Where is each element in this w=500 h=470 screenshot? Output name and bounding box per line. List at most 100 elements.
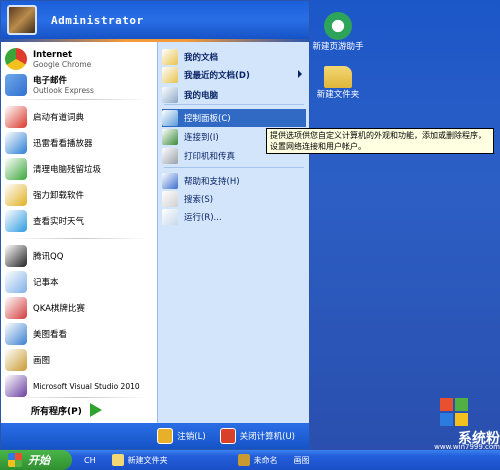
pinned-item-outlook[interactable]: 电子邮件 Outlook Express	[5, 74, 153, 96]
desktop-icon-label: 新建页游助手	[312, 42, 364, 52]
youdao-icon	[5, 106, 27, 128]
pinned-item-title: 电子邮件	[33, 75, 68, 86]
xunlei-icon	[5, 132, 27, 154]
places-item[interactable]: 控制面板(C)	[162, 109, 306, 127]
places-item-label: 我的文档	[184, 53, 219, 63]
recent-program-label: 查看实时天气	[33, 217, 85, 227]
chrome-icon	[5, 48, 27, 70]
places-item-label: 运行(R)...	[184, 213, 222, 223]
places-item[interactable]: 我最近的文档(D)	[162, 66, 306, 84]
recent-program-label: QKA棋牌比赛	[33, 304, 85, 314]
recent-program-item[interactable]: QKA棋牌比赛	[5, 297, 153, 319]
taskbar-language[interactable]: CH	[84, 456, 96, 465]
start-button[interactable]: 开始	[0, 450, 72, 470]
places-item-label: 我的电脑	[184, 91, 219, 101]
menu-separator	[9, 397, 149, 398]
desktop-icon-label: 新建文件夹	[316, 90, 360, 100]
places-item[interactable]: 运行(R)...	[162, 208, 306, 226]
notepad-icon	[5, 271, 27, 293]
uninstall-icon	[5, 184, 27, 206]
recent-program-item[interactable]: 启动有道词典	[5, 106, 153, 128]
recent-program-item[interactable]: 强力卸载软件	[5, 184, 153, 206]
start-menu: Administrator Internet Google Chrome 电子邮…	[0, 0, 310, 450]
places-item-label: 搜索(S)	[184, 195, 214, 205]
recent-program-item[interactable]: 腾讯QQ	[5, 245, 153, 267]
taskbar-item-folder[interactable]: 新建文件夹	[111, 454, 168, 466]
cleanup-icon	[5, 158, 27, 180]
outlook-icon	[5, 74, 27, 96]
folder-icon	[111, 454, 124, 466]
recent-program-label: Microsoft Visual Studio 2010	[33, 381, 140, 391]
recent-program-label: 美图看看	[33, 330, 68, 340]
menu-separator	[9, 238, 149, 239]
help-icon	[162, 173, 178, 189]
all-programs-label: 所有程序(P)	[31, 406, 82, 417]
control-panel-tooltip: 提供选项供您自定义计算机的外观和功能，添加或删除程序，设置网络连接和用户帐户。	[266, 128, 494, 154]
recent-program-item[interactable]: 记事本	[5, 271, 153, 293]
recent-program-item[interactable]: 清理电脑残留垃圾	[5, 158, 153, 180]
printer-icon	[162, 148, 178, 164]
recent-program-item[interactable]: 查看实时天气	[5, 210, 153, 232]
taskbar-item-label: 未命名	[253, 455, 278, 465]
avatar[interactable]	[7, 5, 37, 35]
recent-documents-icon	[162, 67, 178, 83]
menu-separator	[164, 167, 304, 168]
places-item[interactable]: 我的文档	[162, 48, 306, 66]
recent-program-item[interactable]: 美图看看	[5, 323, 153, 345]
desktop-icon-new-folder[interactable]: 新建文件夹	[308, 62, 368, 101]
desktop-icon-browser-assistant[interactable]: 新建页游助手	[308, 12, 368, 53]
recent-program-label: 启动有道词典	[33, 113, 85, 123]
folder-icon	[324, 66, 352, 88]
qka-icon	[5, 297, 27, 319]
pinned-item-subtitle: Google Chrome	[33, 59, 92, 69]
recent-program-label: 腾讯QQ	[33, 252, 64, 262]
shutdown-label: 关闭计算机(U)	[239, 432, 295, 442]
taskbar: 开始 CH 新建文件夹 未命名 画图	[0, 450, 500, 470]
places-item[interactable]: 搜索(S)	[162, 190, 306, 208]
language-indicator: CH	[84, 455, 96, 465]
shutdown-button[interactable]: 关闭计算机(U)	[219, 428, 295, 444]
recent-program-item[interactable]: Microsoft Visual Studio 2010	[5, 375, 153, 397]
places-item-label: 控制面板(C)	[184, 114, 231, 124]
places-item[interactable]: 帮助和支持(H)	[162, 172, 306, 190]
pinned-item-chrome[interactable]: Internet Google Chrome	[5, 48, 153, 70]
control-panel-icon	[162, 110, 178, 126]
browser-assistant-icon	[324, 12, 352, 40]
recent-program-label: 画图	[33, 356, 51, 366]
recent-program-label: 迅雷看看播放器	[33, 139, 93, 149]
places-item-label: 连接到(I)	[184, 133, 219, 143]
pinned-item-subtitle: Outlook Express	[33, 85, 94, 95]
places-item-label: 打印机和传真	[184, 152, 236, 162]
paint-icon	[5, 349, 27, 371]
power-icon	[219, 428, 236, 444]
search-icon	[162, 191, 178, 207]
watermark: 系统粉 www.win7999.com	[434, 398, 500, 451]
taskbar-item-untitled[interactable]: 未命名	[237, 454, 278, 466]
places-item-label: 我最近的文档(D)	[184, 71, 250, 81]
paint-icon	[237, 454, 250, 466]
start-menu-footer: 注销(L) 关闭计算机(U)	[1, 423, 309, 449]
connect-to-icon	[162, 129, 178, 145]
menu-separator	[164, 104, 304, 105]
windows-logo-icon	[440, 398, 468, 426]
all-programs-button[interactable]: 所有程序(P)	[31, 403, 102, 417]
windows-flag-icon	[8, 453, 22, 467]
pinned-item-title: Internet	[33, 49, 73, 60]
places-item[interactable]: 我的电脑	[162, 86, 306, 104]
logoff-label: 注销(L)	[177, 432, 206, 442]
visual-studio-icon	[5, 375, 27, 397]
start-label: 开始	[28, 454, 50, 467]
my-documents-icon	[162, 49, 178, 65]
programs-column: Internet Google Chrome 电子邮件 Outlook Expr…	[1, 42, 157, 423]
recent-program-label: 记事本	[33, 278, 59, 288]
recent-program-item[interactable]: 迅雷看看播放器	[5, 132, 153, 154]
recent-program-label: 清理电脑残留垃圾	[33, 165, 102, 175]
taskbar-item-paint[interactable]: 画图	[294, 455, 310, 466]
logoff-button[interactable]: 注销(L)	[157, 428, 206, 444]
username: Administrator	[51, 13, 144, 27]
taskbar-item-label: 画图	[293, 455, 310, 465]
weather-icon	[5, 210, 27, 232]
places-column: 我的文档我最近的文档(D) 我的电脑控制面板(C) 连接到(I) 打印机和传真帮助和支…	[157, 42, 309, 423]
recent-program-item[interactable]: 画图	[5, 349, 153, 371]
menu-separator	[9, 99, 149, 100]
